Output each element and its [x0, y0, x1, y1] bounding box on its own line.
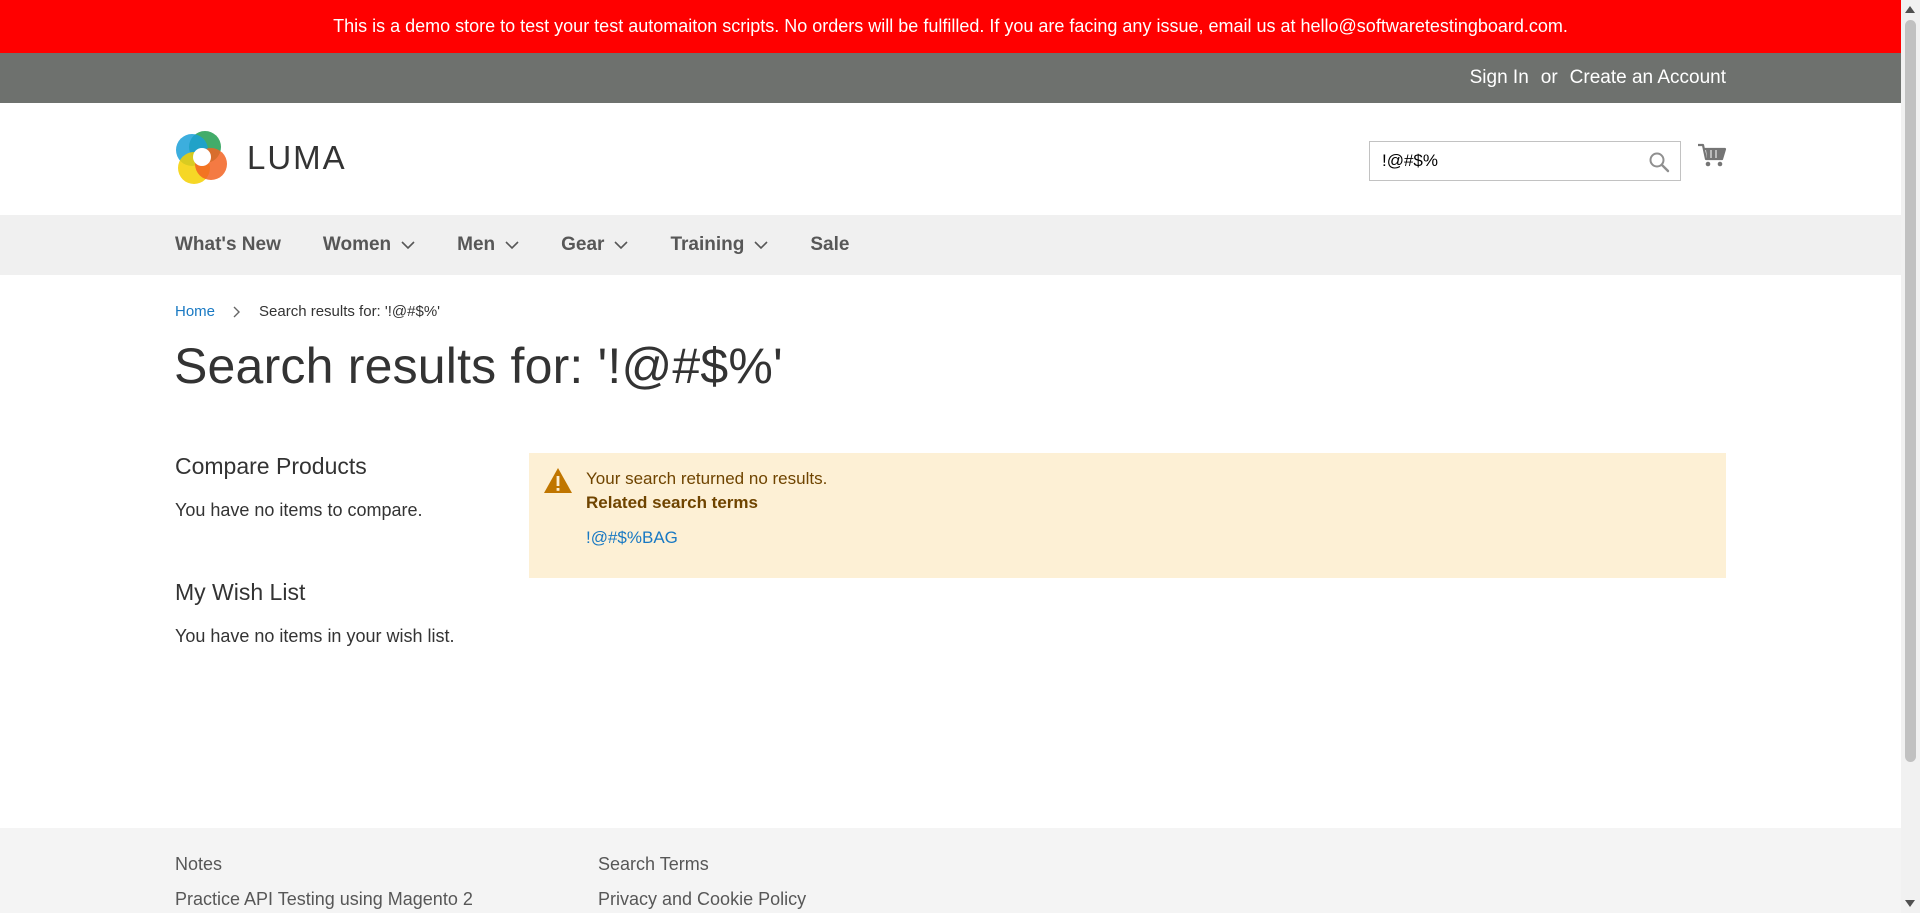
chevron-down-icon [505, 240, 519, 249]
no-results-text: Your search returned no results. [586, 469, 828, 488]
nav-item-women[interactable]: Women [323, 234, 415, 256]
wishlist-block: My Wish List You have no items in your w… [175, 579, 475, 647]
or-separator: or [1540, 67, 1558, 88]
top-header-bar: Sign In or Create an Account [0, 53, 1901, 103]
nav-item-training[interactable]: Training [670, 234, 768, 256]
wishlist-empty: You have no items in your wish list. [175, 626, 455, 646]
footer-link-search-terms[interactable]: Search Terms [598, 854, 806, 875]
no-results-message: Your search returned no results. Related… [529, 453, 1726, 578]
footer-link-privacy[interactable]: Privacy and Cookie Policy [598, 889, 806, 910]
main-navigation: What's New Women Men Gear Training Sale [0, 215, 1901, 275]
sidebar: Compare Products You have no items to co… [175, 453, 475, 647]
breadcrumb-home-link[interactable]: Home [175, 303, 215, 320]
compare-products-block: Compare Products You have no items to co… [175, 453, 475, 521]
nav-item-label: What's New [175, 234, 281, 255]
main-content: Home Search results for: '!@#$%' Search … [0, 275, 1901, 826]
footer-link-api-testing[interactable]: Practice API Testing using Magento 2 [175, 889, 473, 910]
search-input[interactable] [1370, 142, 1654, 180]
demo-notice-banner: This is a demo store to test your test a… [0, 0, 1901, 53]
logo-text: LUMA [247, 139, 347, 176]
warning-icon [543, 467, 573, 499]
page-title: Search results for: '!@#$%' [174, 338, 783, 394]
shopping-cart-icon[interactable] [1697, 143, 1727, 174]
nav-item-label: Training [670, 234, 745, 255]
compare-products-title: Compare Products [175, 453, 367, 479]
sign-in-link[interactable]: Sign In [1470, 67, 1529, 89]
nav-item-label: Women [322, 234, 392, 255]
breadcrumb: Home Search results for: '!@#$%' [175, 303, 440, 320]
scroll-down-arrow-icon[interactable] [1905, 900, 1915, 907]
vertical-scrollbar[interactable] [1901, 0, 1920, 913]
search-box [1369, 141, 1681, 181]
footer-link-notes[interactable]: Notes [175, 854, 473, 875]
header-content: LUMA [0, 103, 1901, 215]
luma-logo-icon [176, 131, 227, 184]
demo-notice-text: This is a demo store to test your test a… [333, 16, 1568, 36]
related-terms-title: Related search terms [586, 493, 758, 512]
footer-column-1: Notes Practice API Testing using Magento… [175, 854, 473, 913]
chevron-down-icon [754, 240, 768, 249]
create-account-link[interactable]: Create an Account [1570, 67, 1726, 89]
nav-item-sale[interactable]: Sale [810, 234, 849, 256]
nav-item-gear[interactable]: Gear [561, 234, 629, 256]
footer: Notes Practice API Testing using Magento… [0, 828, 1901, 913]
luma-logo[interactable]: LUMA [175, 130, 347, 186]
breadcrumb-current: Search results for: '!@#$%' [259, 303, 441, 320]
chevron-down-icon [614, 240, 629, 249]
header-links: Sign In or Create an Account [1470, 53, 1726, 103]
chevron-right-icon [233, 306, 241, 318]
footer-column-2: Search Terms Privacy and Cookie Policy [598, 854, 806, 913]
wishlist-title: My Wish List [175, 579, 306, 605]
compare-products-empty: You have no items to compare. [175, 500, 423, 520]
related-term-link[interactable]: !@#$%BAG [586, 528, 678, 548]
nav-item-men[interactable]: Men [457, 234, 519, 256]
nav-item-label: Sale [810, 234, 850, 255]
page: This is a demo store to test your test a… [0, 0, 1901, 913]
chevron-down-icon [401, 240, 415, 249]
nav-item-whats-new[interactable]: What's New [175, 234, 281, 256]
nav-item-label: Men [457, 234, 496, 255]
nav-item-label: Gear [561, 234, 605, 255]
scrollbar-thumb[interactable] [1905, 20, 1916, 762]
search-icon[interactable] [1648, 151, 1670, 178]
scroll-up-arrow-icon[interactable] [1905, 6, 1915, 13]
